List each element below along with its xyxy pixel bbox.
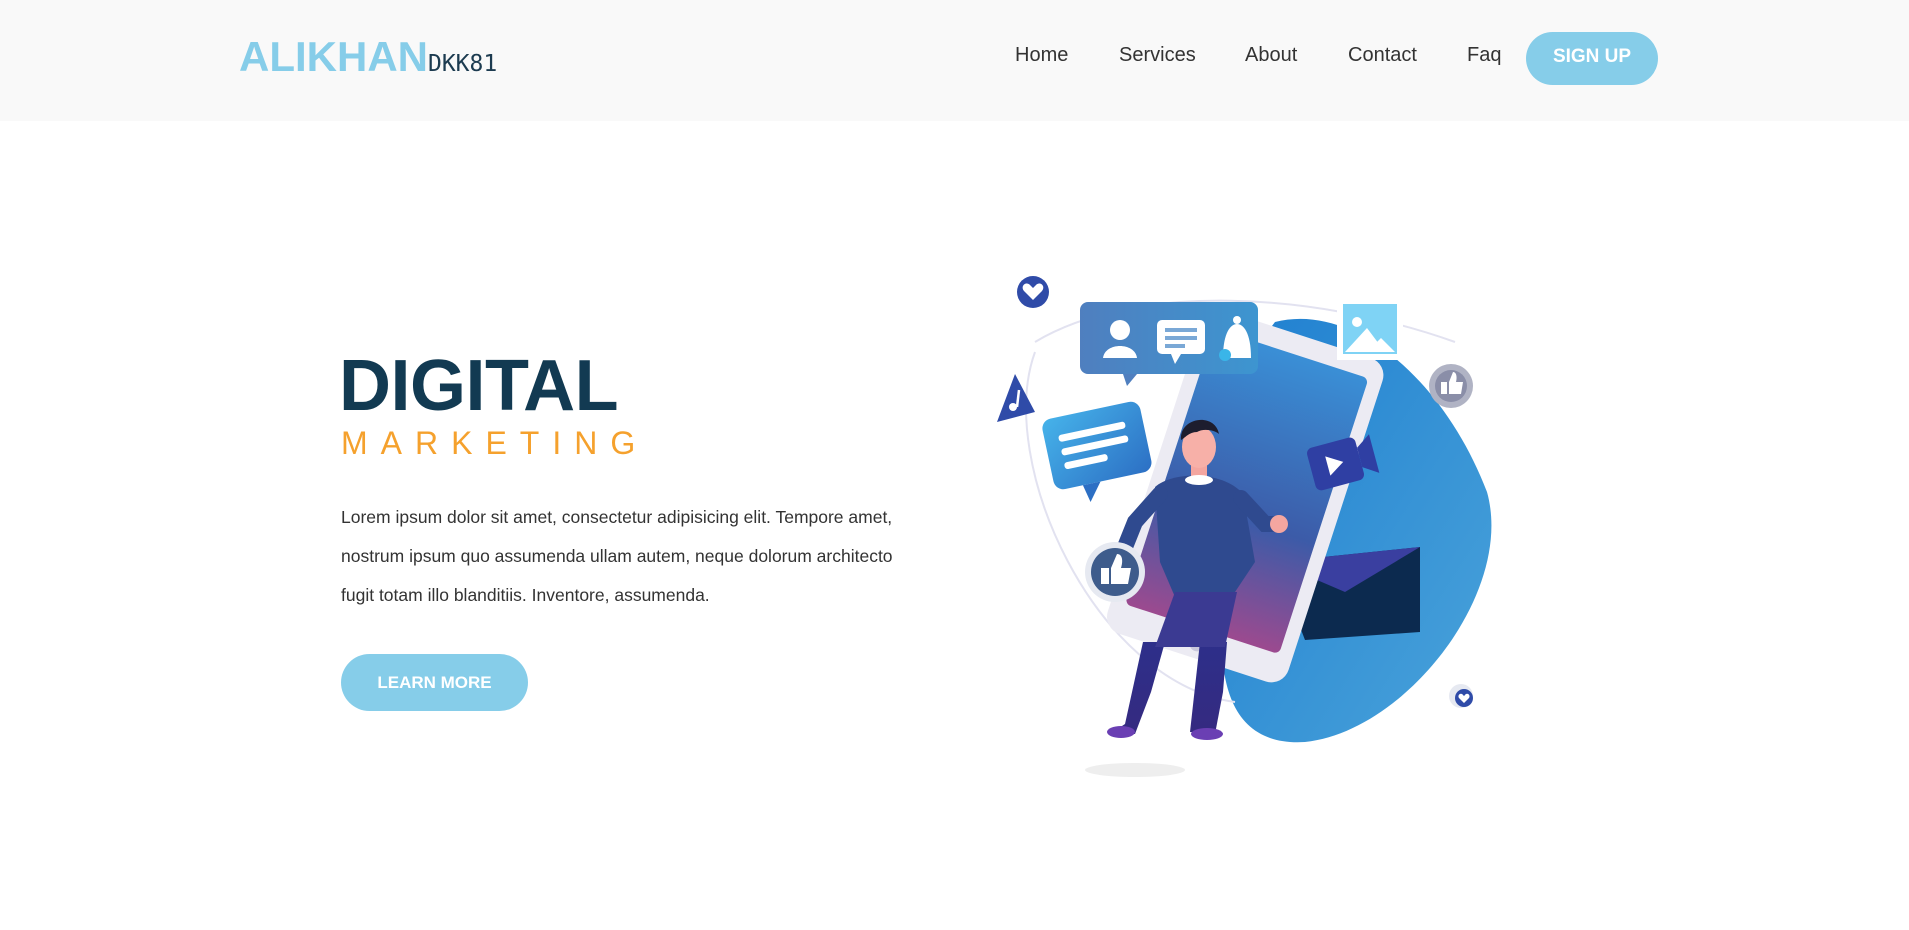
thumbs-up-icon-large	[1085, 542, 1145, 602]
nav-faq[interactable]: Faq	[1467, 44, 1501, 67]
music-note-icon	[997, 374, 1035, 422]
learn-more-button[interactable]: LEARN MORE	[341, 654, 528, 711]
image-icon	[1337, 298, 1403, 360]
heart-icon	[1017, 276, 1049, 308]
hero-description: Lorem ipsum dolor sit amet, consectetur …	[341, 507, 893, 605]
hero-subtitle: MARKETING	[341, 425, 649, 461]
nav-about[interactable]: About	[1245, 44, 1297, 67]
nav-services[interactable]: Services	[1119, 44, 1196, 67]
nav-home[interactable]: Home	[1015, 44, 1068, 67]
ground-shadow	[1085, 763, 1185, 777]
chat-bubble-icon	[1042, 401, 1152, 503]
site-logo[interactable]: ALIKHANDKK81	[239, 33, 497, 81]
notification-bar	[1080, 302, 1258, 386]
site-header: ALIKHANDKK81 Home Services About Contact…	[0, 0, 1909, 121]
logo-sub-text: DKK81	[427, 51, 498, 77]
signup-button[interactable]: SIGN UP	[1526, 32, 1658, 85]
nav-contact[interactable]: Contact	[1348, 44, 1417, 67]
hero-title: DIGITAL	[339, 346, 619, 426]
logo-main-text: ALIKHAN	[239, 33, 428, 80]
thumbs-up-icon-small	[1429, 364, 1473, 408]
digital-marketing-illustration	[997, 276, 1492, 777]
heart-icon-small	[1449, 684, 1473, 708]
